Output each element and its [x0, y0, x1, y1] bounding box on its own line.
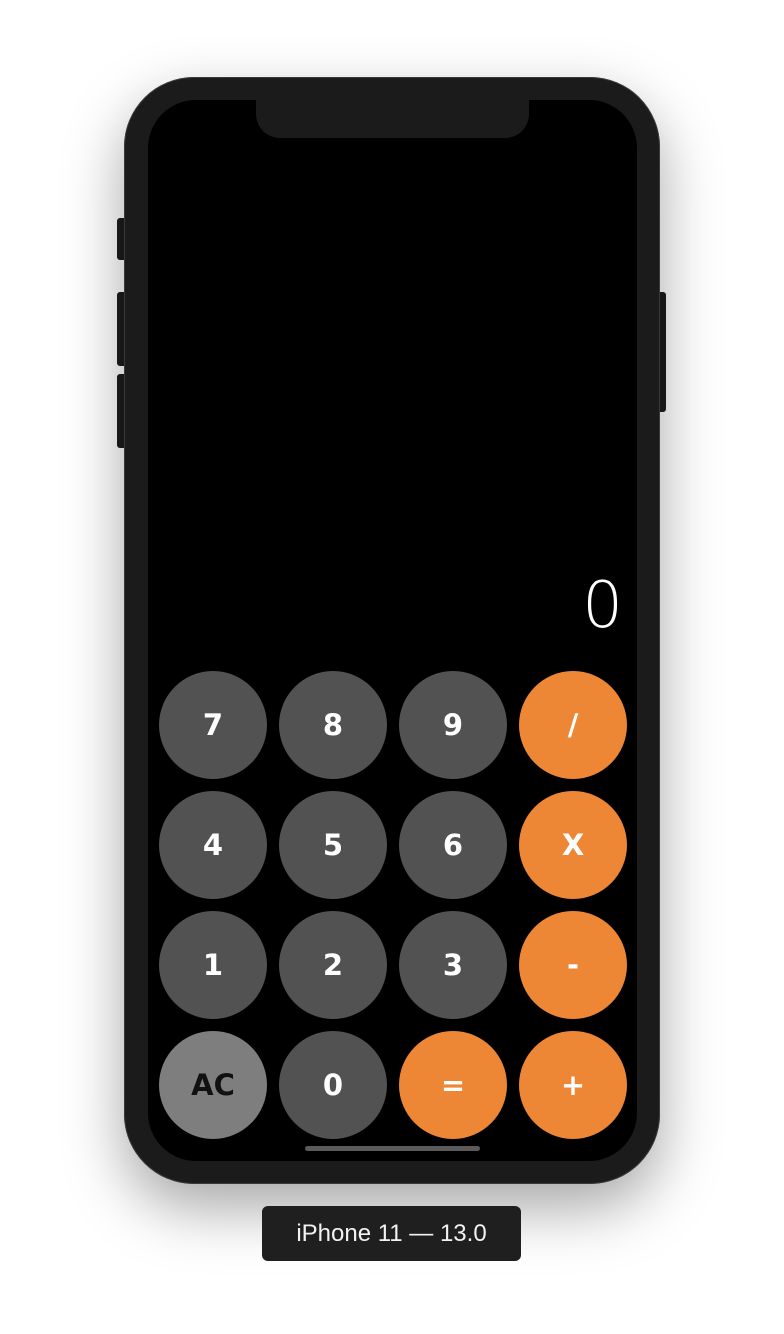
key-2[interactable]: 2: [279, 911, 387, 1019]
key-divide[interactable]: /: [519, 671, 627, 779]
keypad: 7 8 9 / 4 5 6 X 1 2 3 - AC 0 = +: [159, 671, 627, 1139]
key-1[interactable]: 1: [159, 911, 267, 1019]
device-frame: 0 7 8 9 / 4 5 6 X 1 2 3 - AC 0 = +: [124, 77, 660, 1184]
key-multiply[interactable]: X: [519, 791, 627, 899]
key-9[interactable]: 9: [399, 671, 507, 779]
key-subtract[interactable]: -: [519, 911, 627, 1019]
app-screen: 0 7 8 9 / 4 5 6 X 1 2 3 - AC 0 = +: [148, 100, 637, 1161]
device-name-label: iPhone 11 — 13.0: [262, 1206, 521, 1261]
simulator-stage: 0 7 8 9 / 4 5 6 X 1 2 3 - AC 0 = + iPhon…: [0, 0, 784, 1334]
notch: [256, 100, 529, 138]
key-7[interactable]: 7: [159, 671, 267, 779]
calculator-display: 0: [582, 569, 623, 643]
key-3[interactable]: 3: [399, 911, 507, 1019]
key-8[interactable]: 8: [279, 671, 387, 779]
home-indicator[interactable]: [305, 1146, 480, 1151]
key-6[interactable]: 6: [399, 791, 507, 899]
key-4[interactable]: 4: [159, 791, 267, 899]
key-0[interactable]: 0: [279, 1031, 387, 1139]
key-5[interactable]: 5: [279, 791, 387, 899]
key-all-clear[interactable]: AC: [159, 1031, 267, 1139]
key-equals[interactable]: =: [399, 1031, 507, 1139]
key-add[interactable]: +: [519, 1031, 627, 1139]
